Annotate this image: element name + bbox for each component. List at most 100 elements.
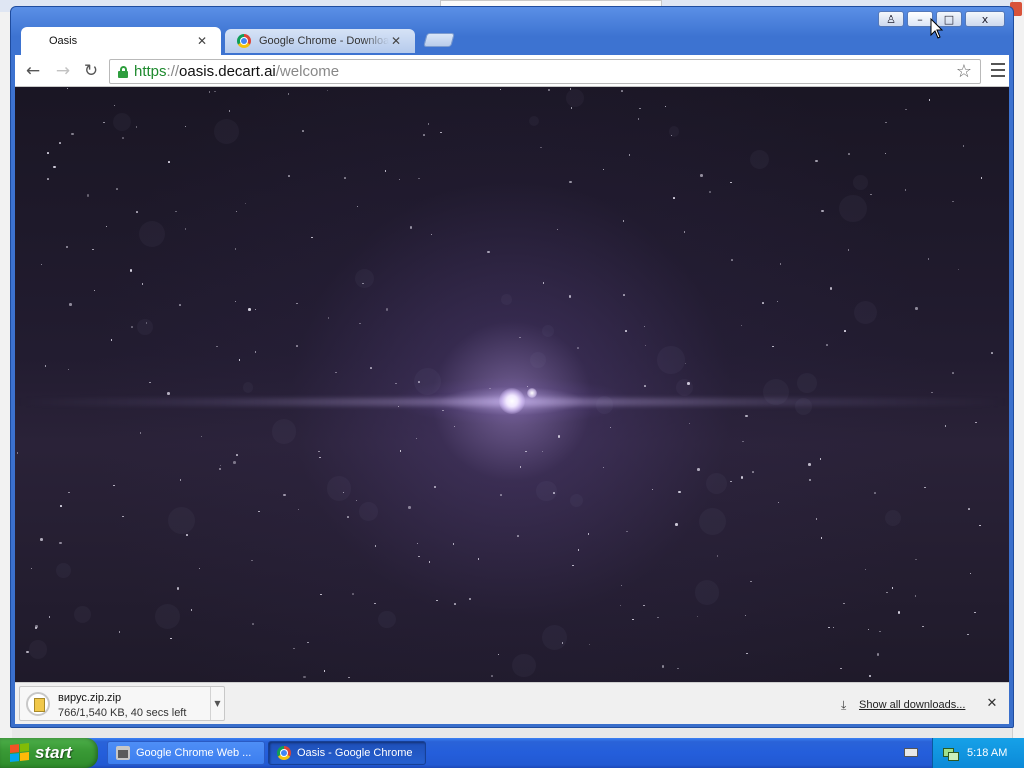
download-shelf-close-icon[interactable]: ✕ [985, 696, 999, 711]
star-dot [542, 282, 545, 284]
star-dot [113, 484, 115, 486]
tab-strip: Oasis ✕ Google Chrome - Download Google … [21, 27, 481, 55]
star-dot [867, 628, 870, 631]
star-dot [826, 344, 828, 346]
star-dot [525, 450, 527, 453]
star-dot [639, 107, 641, 110]
star-dot [762, 302, 764, 304]
star-dot [644, 344, 647, 347]
star-dot [619, 604, 622, 606]
page-content-starfield[interactable] [15, 87, 1009, 682]
companion-star [527, 388, 537, 398]
tab-close-icon[interactable]: ✕ [389, 34, 403, 48]
star-dot [708, 190, 711, 194]
star-dot [499, 88, 502, 91]
star-dot [248, 308, 251, 311]
star-dot [68, 491, 70, 494]
star-dot [454, 603, 456, 605]
tab-oasis[interactable]: Oasis ✕ [21, 27, 221, 55]
star-dot [40, 263, 43, 266]
star-dot [526, 385, 529, 388]
mouse-cursor-icon [930, 18, 944, 39]
reload-button[interactable]: ↻ [79, 60, 103, 82]
star-dot [740, 324, 743, 327]
star-dot [750, 580, 752, 583]
star-dot [47, 178, 49, 180]
web-store-icon [116, 746, 130, 760]
star-dot [252, 623, 254, 625]
star-dot [519, 466, 522, 468]
star-dot [497, 653, 500, 656]
network-icon[interactable] [943, 746, 959, 761]
star-dot [844, 330, 846, 332]
star-dot [477, 558, 480, 560]
star-dot [914, 595, 917, 597]
user-profile-button[interactable]: ♙ [878, 11, 904, 27]
start-button[interactable]: start [0, 738, 98, 768]
taskbar-button-label: Google Chrome Web ... [136, 747, 252, 759]
star-dot [293, 647, 295, 650]
show-all-downloads-link[interactable]: ⤓ Show all downloads... [841, 697, 965, 713]
back-button[interactable]: ← [21, 60, 45, 82]
download-item[interactable]: вирус.zip.zip 766/1,540 KB, 40 secs left… [19, 686, 225, 721]
star-dot [320, 593, 322, 596]
star-dot [644, 385, 646, 387]
maximize-icon: □ [943, 12, 955, 26]
star-dot [746, 652, 748, 654]
star-dot [673, 197, 675, 199]
taskbar-button-oasis-chrome[interactable]: Oasis - Google Chrome [268, 741, 426, 765]
close-window-button[interactable]: x [965, 11, 1005, 27]
star-dot [311, 236, 313, 239]
star-dot [740, 476, 743, 479]
dust-blob [595, 396, 613, 414]
tab-close-icon[interactable]: ✕ [195, 34, 209, 48]
star-dot [819, 458, 822, 460]
forward-button[interactable]: → [51, 60, 75, 82]
star-dot [808, 463, 811, 466]
star-dot [318, 450, 320, 453]
bookmark-star-icon[interactable]: ☆ [954, 60, 974, 83]
star-dot [427, 123, 430, 125]
star-dot [118, 631, 121, 633]
new-tab-button[interactable] [423, 33, 455, 47]
dust-blob [112, 112, 131, 131]
star-dot [716, 555, 718, 557]
star-dot [848, 153, 850, 155]
star-dot [621, 90, 623, 92]
keyboard-icon[interactable] [904, 748, 918, 757]
star-dot [569, 180, 572, 184]
star-dot [208, 91, 211, 93]
star-dot [922, 625, 924, 628]
dust-blob [378, 610, 396, 629]
download-menu-dropdown[interactable]: ▼ [210, 687, 224, 720]
star-dot [418, 555, 420, 558]
dust-blob [570, 493, 584, 508]
star-dot [228, 110, 231, 112]
star-dot [122, 137, 124, 139]
star-dot [136, 211, 138, 213]
star-dot [779, 263, 782, 265]
star-dot [556, 228, 559, 231]
star-dot [540, 146, 542, 149]
dust-blob [530, 352, 546, 368]
dust-blob [542, 624, 568, 650]
star-dot [296, 345, 298, 347]
chrome-menu-icon[interactable] [991, 63, 1005, 77]
star-dot [944, 425, 947, 427]
star-dot [398, 178, 401, 181]
star-dot [326, 89, 329, 91]
star-dot [730, 181, 732, 184]
star-dot [110, 339, 113, 341]
taskbar-button-chrome-web-store[interactable]: Google Chrome Web ... [107, 741, 265, 765]
tab-chrome-download[interactable]: Google Chrome - Download Google Chrome ✕ [225, 29, 415, 53]
dust-blob [167, 506, 195, 534]
star-dot [302, 130, 304, 132]
star-dot [254, 308, 257, 310]
show-all-downloads-label: Show all downloads... [859, 699, 966, 711]
star-dot [832, 626, 835, 628]
address-bar[interactable]: https://oasis.decart.ai/welcome ☆ [109, 59, 981, 84]
star-dot [297, 508, 300, 511]
star-dot [69, 303, 72, 306]
star-dot [664, 105, 667, 108]
star-dot [967, 633, 969, 636]
